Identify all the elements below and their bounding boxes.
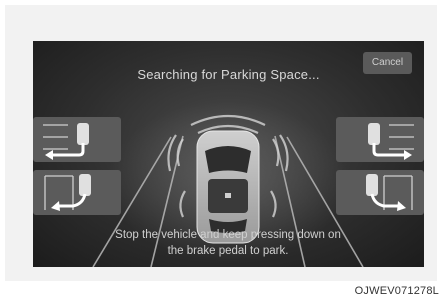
- car-reverse-left-perpendicular-icon: [43, 123, 89, 160]
- instruction-line-1: Stop the vehicle and keep pressing down …: [115, 229, 341, 241]
- option-right-parallel[interactable]: [336, 170, 424, 215]
- option-left-perpendicular[interactable]: [33, 117, 121, 162]
- figure-code: OJWEV071278L: [354, 285, 439, 297]
- car-reverse-left-parallel-icon: [44, 174, 91, 211]
- parking-assist-screen: Searching for Parking Space... Cancel St…: [33, 41, 424, 267]
- car-reverse-right-parallel-icon: [366, 174, 413, 211]
- cancel-button[interactable]: Cancel: [363, 52, 412, 74]
- option-left-parallel[interactable]: [33, 170, 121, 215]
- instruction-line-2: the brake pedal to park.: [167, 245, 289, 257]
- instruction-text: Stop the vehicle and keep pressing down …: [93, 227, 363, 259]
- option-right-perpendicular[interactable]: [336, 117, 424, 162]
- car-reverse-right-perpendicular-icon: [368, 123, 414, 160]
